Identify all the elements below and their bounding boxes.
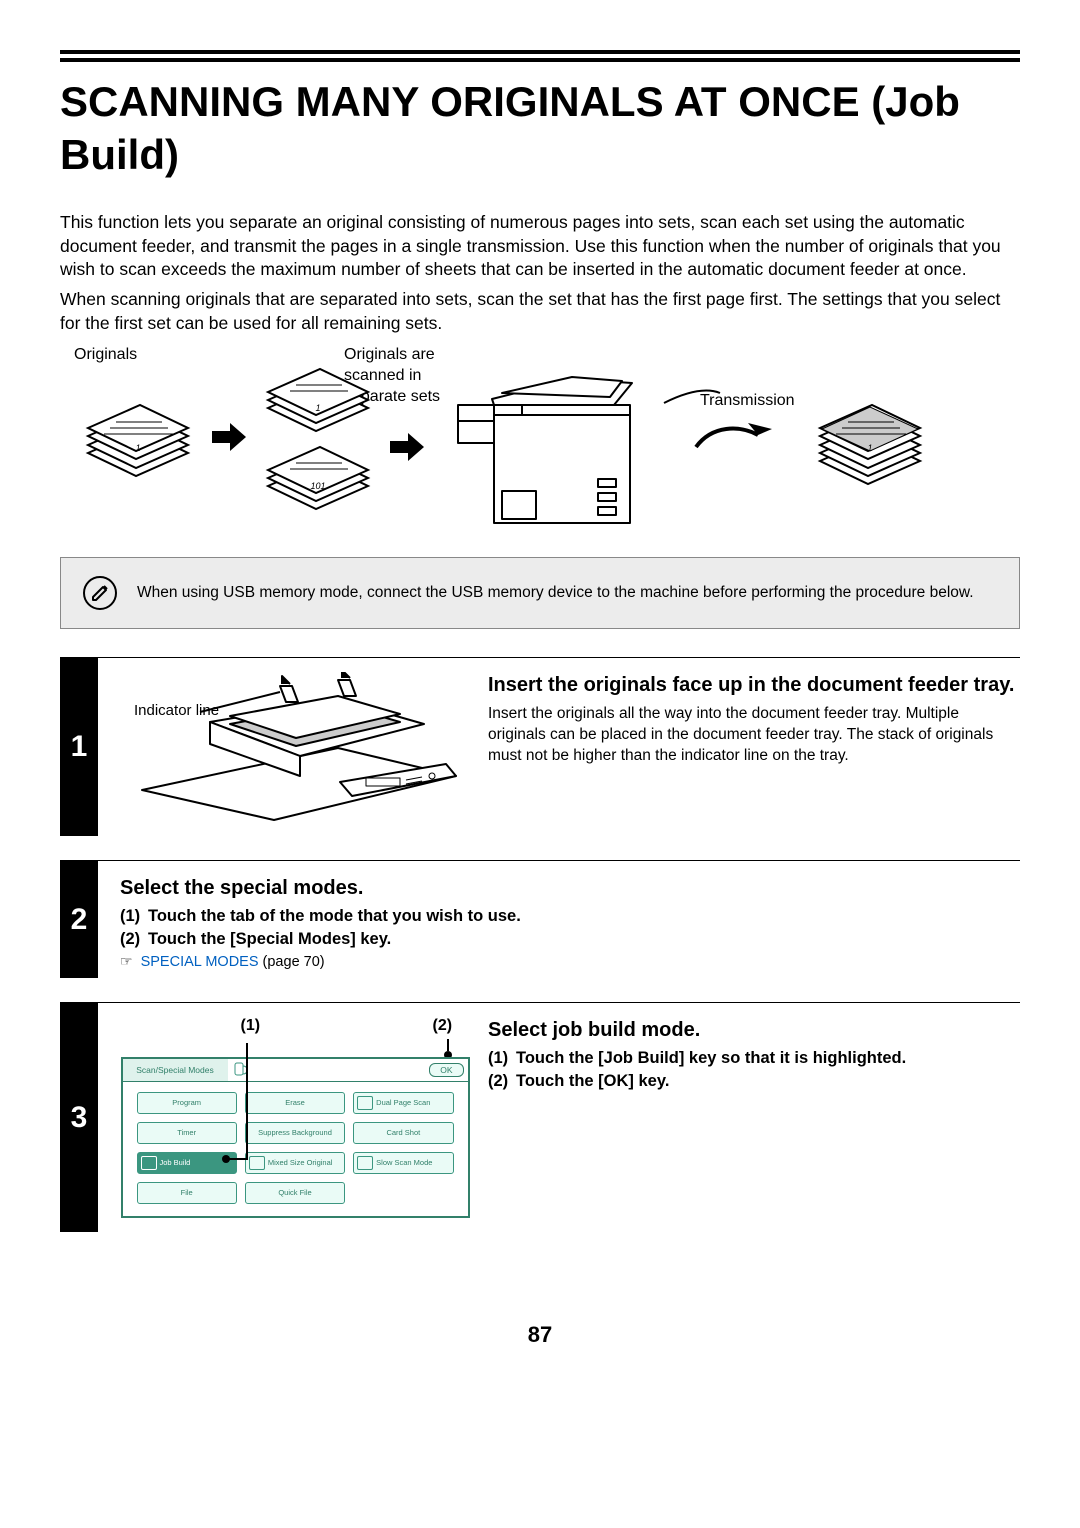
result-stack-icon: 1 <box>802 373 937 513</box>
marker-1: (1) <box>241 1017 261 1035</box>
split-stacks-icon: 1 101 <box>250 363 380 523</box>
svg-text:1: 1 <box>867 443 872 453</box>
flow-originals-label: Originals <box>74 345 137 366</box>
arrow-icon <box>390 433 424 461</box>
transmission-arrow-icon <box>656 375 796 455</box>
special-modes-panel: Scan/Special Modes OK Program Erase Dual… <box>121 1057 470 1218</box>
ok-button[interactable]: OK <box>429 1063 463 1077</box>
originals-stack-icon: 1 <box>70 373 205 513</box>
page-title: SCANNING MANY ORIGINALS AT ONCE (Job Bui… <box>60 76 1020 181</box>
svg-text:1: 1 <box>135 443 140 453</box>
step-3-heading: Select job build mode. <box>488 1017 1020 1043</box>
slow-scan-icon <box>357 1156 373 1170</box>
step-1-body: Insert the originals all the way into th… <box>488 704 1020 767</box>
flow-diagram: Originals Originals are scanned in separ… <box>60 345 1020 535</box>
special-modes-link[interactable]: SPECIAL MODES <box>141 954 259 970</box>
intro-paragraph-2: When scanning originals that are separat… <box>60 288 1020 335</box>
step-2-sub1-no: (1) <box>120 907 148 926</box>
step-1-heading: Insert the originals face up in the docu… <box>488 672 1020 698</box>
step-2-sub2-no: (2) <box>120 930 148 949</box>
card-shot-button[interactable]: Card Shot <box>353 1122 453 1144</box>
top-rule <box>60 50 1020 62</box>
step-3: 3 (1) (2) Scan/Spec <box>60 1003 1020 1232</box>
step-number-2: 2 <box>60 861 98 978</box>
copier-icon <box>450 361 660 531</box>
step-3-sub2-no: (2) <box>488 1072 516 1091</box>
step-2-sub1: Touch the tab of the mode that you wish … <box>148 907 1020 926</box>
indicator-line-label: Indicator line <box>134 702 219 721</box>
callout-connector <box>223 1043 283 1173</box>
link-page-ref: (page 70) <box>259 954 325 970</box>
dual-page-icon <box>357 1096 373 1110</box>
page-number: 87 <box>60 1322 1020 1348</box>
step-3-sub1-no: (1) <box>488 1049 516 1068</box>
pencil-icon <box>83 576 117 610</box>
step-2-heading: Select the special modes. <box>120 875 1020 901</box>
note-box: When using USB memory mode, connect the … <box>60 557 1020 629</box>
dual-page-scan-button[interactable]: Dual Page Scan <box>353 1092 453 1114</box>
step-number-1: 1 <box>60 658 98 836</box>
file-button[interactable]: File <box>137 1182 237 1204</box>
feeder-tray-illustration: Indicator line <box>130 672 460 822</box>
panel-title: Scan/Special Modes <box>123 1059 228 1081</box>
quick-file-button[interactable]: Quick File <box>245 1182 345 1204</box>
svg-text:101: 101 <box>310 481 325 491</box>
pointer-icon: ☞ <box>120 953 133 969</box>
step-2-sub2: Touch the [Special Modes] key. <box>148 930 1020 949</box>
step-number-3: 3 <box>60 1003 98 1232</box>
step-3-sub1: Touch the [Job Build] key so that it is … <box>516 1049 1020 1068</box>
marker-2: (2) <box>433 1017 453 1035</box>
intro-paragraph-1: This function lets you separate an origi… <box>60 211 1020 282</box>
slow-scan-mode-button[interactable]: Slow Scan Mode <box>353 1152 453 1174</box>
note-text: When using USB memory mode, connect the … <box>137 584 974 602</box>
job-build-icon <box>141 1156 157 1170</box>
svg-text:1: 1 <box>315 403 320 413</box>
panel-markers: (1) (2) <box>123 1017 468 1053</box>
arrow-icon <box>212 423 246 451</box>
step-1: 1 Indicator line <box>60 658 1020 836</box>
step-2: 2 Select the special modes. (1) Touch th… <box>60 861 1020 978</box>
step-3-sub2: Touch the [OK] key. <box>516 1072 1020 1091</box>
